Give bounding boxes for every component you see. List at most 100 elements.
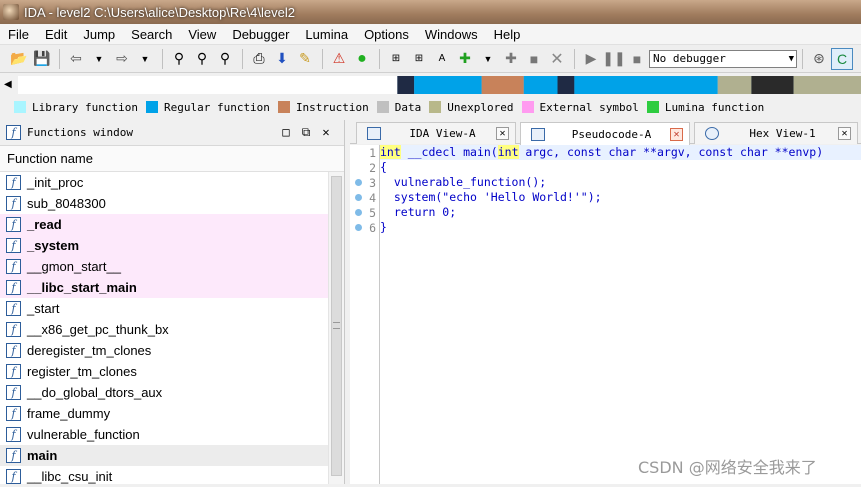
function-list-item[interactable]: f vulnerable_function [0, 424, 328, 445]
legend-swatch [277, 101, 290, 113]
green-circle-icon[interactable]: ● [351, 48, 373, 70]
lumina-icon[interactable]: C [831, 47, 853, 70]
function-list-item[interactable]: f frame_dummy [0, 403, 328, 424]
chevron-down-icon[interactable]: ▼ [134, 48, 156, 70]
function-name: __libc_csu_init [27, 469, 113, 484]
toolbar-separator [322, 48, 323, 69]
undefine-icon[interactable]: ■ [523, 48, 545, 70]
maximize-icon[interactable]: □ [276, 125, 296, 140]
enum-icon[interactable]: ✚ [500, 48, 522, 70]
down-arrow-icon[interactable]: ⬇ [271, 48, 293, 70]
data-segment-icon[interactable]: ⊞ [408, 48, 430, 70]
navigation-strip[interactable] [18, 76, 861, 94]
function-list-item[interactable]: f _init_proc [0, 172, 328, 193]
function-name: __x86_get_pc_thunk_bx [27, 322, 169, 337]
pause-icon[interactable]: ❚❚ [602, 48, 625, 70]
menu-windows[interactable]: Windows [417, 24, 486, 45]
nav-segment[interactable] [793, 76, 861, 94]
stop-icon[interactable]: ■ [626, 48, 648, 70]
tab-label: Pseudocode-A [571, 127, 652, 141]
function-list-item[interactable]: f __do_global_dtors_aux [0, 382, 328, 403]
navigation-band: ◀ [0, 73, 861, 97]
line-number: 2 [350, 160, 379, 175]
tab-pseudocode-a[interactable]: Pseudocode-A ✕ [520, 122, 690, 145]
menu-search[interactable]: Search [123, 24, 180, 45]
nav-segment[interactable] [557, 76, 575, 94]
string-icon[interactable]: A [431, 48, 453, 70]
nav-segment[interactable] [481, 76, 524, 94]
function-list-item[interactable]: f main [0, 445, 328, 466]
code-line[interactable]: int __cdecl main(int argc, const char **… [380, 145, 861, 160]
menu-edit[interactable]: Edit [37, 24, 75, 45]
function-list-item[interactable]: f sub_8048300 [0, 193, 328, 214]
binoculars-hex-icon[interactable]: ⚲ [214, 48, 236, 70]
tab-hex-view-1[interactable]: Hex View-1 ✕ [694, 122, 858, 144]
close-icon[interactable]: ✕ [670, 127, 683, 141]
line-number-text: 1 [369, 145, 376, 160]
menu-help[interactable]: Help [486, 24, 529, 45]
breakpoint-dot-icon[interactable] [355, 224, 362, 231]
close-icon[interactable]: ✕ [496, 127, 509, 140]
nav-segment[interactable] [414, 76, 482, 94]
function-list-item[interactable]: f __gmon_start__ [0, 256, 328, 277]
menu-options[interactable]: Options [356, 24, 417, 45]
nav-segment[interactable] [397, 76, 415, 94]
chevron-down-icon[interactable]: ▼ [477, 48, 499, 70]
code-line[interactable]: system("echo 'Hello World!'"); [380, 190, 861, 205]
pseudocode-editor[interactable]: 123456 int __cdecl main(int argc, const … [350, 145, 861, 484]
tab-ida-view-a[interactable]: IDA View-A ✕ [356, 122, 516, 144]
menu-file[interactable]: File [0, 24, 37, 45]
legend-regular-function: Regular function [145, 101, 270, 114]
function-list-item[interactable]: f register_tm_clones [0, 361, 328, 382]
code-area[interactable]: int __cdecl main(int argc, const char **… [380, 145, 861, 235]
window-controls: □ ⧉ ✕ [276, 125, 336, 140]
open-folder-icon[interactable]: 📂 [8, 48, 30, 70]
code-line[interactable]: return 0; [380, 205, 861, 220]
printer-icon[interactable]: ⎙ [248, 48, 270, 70]
chevron-down-icon[interactable]: ▼ [88, 48, 110, 70]
debugger-select[interactable]: No debugger ▼ [649, 49, 797, 68]
forward-arrow-icon[interactable]: ⇨ [111, 48, 133, 70]
close-icon[interactable]: ✕ [316, 125, 336, 140]
code-line[interactable]: { [380, 160, 861, 175]
nav-segment[interactable] [18, 76, 398, 94]
legend-label: Instruction [295, 100, 369, 114]
binoculars-text-icon[interactable]: ⚲ [191, 48, 213, 70]
attach-process-icon[interactable]: ⊛ [808, 48, 830, 70]
hex-view-icon [705, 127, 719, 140]
nav-segment[interactable] [574, 76, 718, 94]
nav-left-arrow-icon[interactable]: ◀ [4, 79, 12, 90]
float-icon[interactable]: ⧉ [296, 125, 316, 140]
function-list-item[interactable]: f __x86_get_pc_thunk_bx [0, 319, 328, 340]
function-list-item[interactable]: f _start [0, 298, 328, 319]
function-list-item[interactable]: f deregister_tm_clones [0, 340, 328, 361]
save-icon[interactable]: 💾 [31, 48, 53, 70]
close-icon[interactable]: ✕ [838, 127, 851, 140]
menu-debugger[interactable]: Debugger [224, 24, 297, 45]
menu-lumina[interactable]: Lumina [297, 24, 356, 45]
function-list-item[interactable]: f __libc_start_main [0, 277, 328, 298]
warning-icon[interactable]: ⚠ [328, 48, 350, 70]
script-icon[interactable]: ✎ [294, 48, 316, 70]
breakpoint-dot-icon[interactable] [355, 179, 362, 186]
nav-segment[interactable] [751, 76, 794, 94]
breakpoint-dot-icon[interactable] [355, 209, 362, 216]
code-line[interactable]: vulnerable_function(); [380, 175, 861, 190]
struct-icon[interactable]: ✚ [454, 48, 476, 70]
functions-scrollbar[interactable] [328, 172, 344, 484]
back-arrow-icon[interactable]: ⇦ [65, 48, 87, 70]
menu-view[interactable]: View [180, 24, 224, 45]
nav-segment[interactable] [717, 76, 752, 94]
column-header-function-name[interactable]: Function name [0, 146, 344, 172]
nav-segment[interactable] [523, 76, 558, 94]
function-list-item[interactable]: f _read [0, 214, 328, 235]
menu-jump[interactable]: Jump [75, 24, 123, 45]
play-icon[interactable]: ▶ [580, 48, 602, 70]
code-line[interactable]: } [380, 220, 861, 235]
function-list-item[interactable]: f _system [0, 235, 328, 256]
binoculars-icon[interactable]: ⚲ [168, 48, 190, 70]
function-icon: f [6, 280, 21, 295]
breakpoint-dot-icon[interactable] [355, 194, 362, 201]
code-segment-icon[interactable]: ⊞ [385, 48, 407, 70]
close-x-icon[interactable]: ✕ [546, 48, 568, 70]
